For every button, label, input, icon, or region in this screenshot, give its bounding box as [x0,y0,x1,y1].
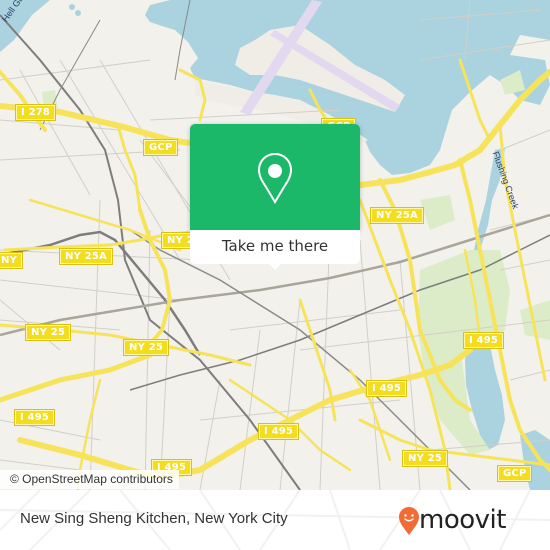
map-pin-icon [257,152,293,204]
road-shield-ny25: NY 25 [26,325,71,340]
road-shield-i495: I 495 [15,410,55,425]
water-pond [75,10,81,16]
footer: New Sing Sheng Kitchen, New York City mo… [0,490,550,550]
popup-header[interactable] [190,124,360,230]
road-shield-ny25: NY 25 [124,340,169,355]
moovit-wordmark: moovit [419,505,506,535]
map-attribution[interactable]: © OpenStreetMap contributors [0,470,179,489]
road-shield-ny25a: NY 25A [371,208,423,223]
road-shield-i495: I 495 [367,381,407,396]
take-me-there-popup[interactable]: Take me there [190,124,360,270]
park [420,195,455,230]
moovit-pin-icon [399,507,419,535]
road-shield-i495: I 495 [464,333,504,348]
road-shield-ny25: NY 25 [403,451,448,466]
take-me-there-button[interactable]: Take me there [190,230,360,264]
road-shield-i495: I 495 [259,424,299,439]
road-shield-gcp: GCP [498,466,532,481]
place-title: New Sing Sheng Kitchen, New York City [20,510,288,527]
road-shield-ny25a: NY 25A [60,249,112,264]
road-shield-i278: I 278 [16,105,56,120]
road-shield-ny: NY [0,253,23,268]
map[interactable]: Hell Gate Flushing Creek I 278 GCP GCP N… [0,0,550,490]
road-shield-gcp: GCP [144,140,178,155]
water-pond [69,4,75,10]
popup-tail [267,262,283,270]
